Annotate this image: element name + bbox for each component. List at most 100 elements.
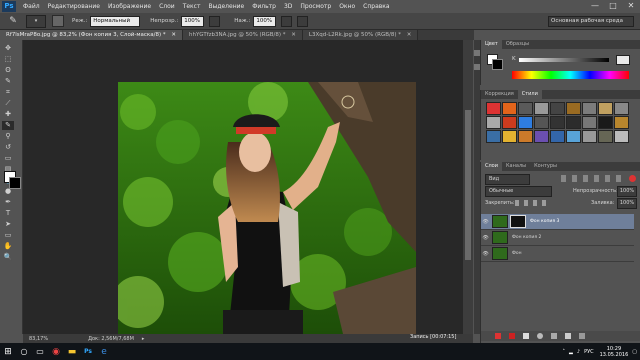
brush-preset-picker[interactable]: ▾: [26, 14, 46, 28]
style-swatch[interactable]: [614, 102, 629, 115]
tab-layers[interactable]: Слои: [481, 162, 502, 171]
menu-type[interactable]: Текст: [179, 3, 205, 10]
style-swatch[interactable]: [614, 130, 629, 143]
close-icon[interactable]: ✕: [171, 32, 176, 38]
menu-help[interactable]: Справка: [359, 3, 393, 10]
style-swatch[interactable]: [534, 116, 549, 129]
background-color-swatch[interactable]: [9, 177, 21, 189]
layer-name[interactable]: Фон копия 2: [512, 235, 541, 240]
layer-name[interactable]: Фон: [512, 251, 522, 256]
clock[interactable]: 10:29 13.05.2016: [600, 346, 629, 358]
zoom-level[interactable]: 83,17%: [29, 336, 48, 342]
style-swatch[interactable]: [486, 116, 501, 129]
chrome-icon[interactable]: ◉: [48, 343, 64, 360]
tab-styles[interactable]: Стили: [517, 90, 542, 99]
language-indicator[interactable]: РУС: [584, 349, 594, 355]
crop-tool-icon[interactable]: ⌗: [3, 88, 13, 97]
airbrush-icon[interactable]: [281, 15, 293, 27]
style-swatch[interactable]: [582, 130, 597, 143]
path-select-tool-icon[interactable]: ➤: [3, 220, 13, 229]
file-explorer-icon[interactable]: ▬: [64, 343, 80, 360]
style-swatch[interactable]: [566, 130, 581, 143]
brush-tool-icon[interactable]: ✎: [2, 121, 14, 130]
style-swatch[interactable]: [598, 116, 613, 129]
task-view-icon[interactable]: ▭: [32, 343, 48, 360]
style-swatch[interactable]: [582, 102, 597, 115]
style-swatch[interactable]: [502, 102, 517, 115]
layer-row-fon[interactable]: 👁 Фон: [481, 246, 634, 262]
menu-image[interactable]: Изображение: [104, 3, 155, 10]
style-swatch[interactable]: [550, 130, 565, 143]
k-slider[interactable]: [519, 58, 609, 62]
style-swatch[interactable]: [550, 102, 565, 115]
windows-start-icon[interactable]: ⊞: [0, 343, 16, 360]
menu-file[interactable]: Файл: [19, 3, 44, 10]
layer-filter-kind[interactable]: Вид: [485, 174, 530, 185]
delete-layer-icon[interactable]: [579, 333, 585, 339]
bg-color-mini[interactable]: [492, 59, 503, 70]
visibility-eye-icon[interactable]: 👁: [481, 235, 490, 241]
doc-tab-2[interactable]: hhYGTfzb3NA.jpg @ 50% (RGB/8) * ✕: [182, 30, 303, 40]
type-tool-icon[interactable]: T: [3, 209, 13, 218]
k-value-field[interactable]: [616, 55, 630, 65]
layer-row-fon-kopiya-3[interactable]: 👁 Фон копия 3: [481, 214, 634, 230]
style-swatch[interactable]: [486, 102, 501, 115]
style-swatch[interactable]: [518, 116, 533, 129]
tray-arrow-icon[interactable]: ˄: [563, 349, 566, 355]
marquee-tool-icon[interactable]: ⬚: [3, 55, 13, 64]
pressure-size-icon[interactable]: [297, 15, 309, 27]
brush-panel-icon[interactable]: [52, 15, 64, 27]
doc-tab-3[interactable]: L3Xqd-L2Rk.jpg @ 50% (RGB/8) * ✕: [302, 30, 419, 40]
style-swatch[interactable]: [550, 116, 565, 129]
style-swatch[interactable]: [566, 116, 581, 129]
adjustment-layer-icon[interactable]: [537, 333, 543, 339]
layer-thumbnail[interactable]: [492, 247, 508, 260]
style-swatch[interactable]: [598, 102, 613, 115]
notifications-icon[interactable]: ▢: [632, 349, 637, 355]
link-layers-icon[interactable]: [495, 333, 501, 339]
close-icon[interactable]: ✕: [291, 32, 296, 38]
style-swatch[interactable]: [566, 102, 581, 115]
fx-icon[interactable]: [509, 333, 515, 339]
style-swatch[interactable]: [534, 102, 549, 115]
doc-tab-1[interactable]: Rf7lsMraP8o.jpg @ 83,2% (Фон копия 3, Сл…: [0, 30, 183, 40]
shape-tool-icon[interactable]: ▭: [3, 231, 13, 240]
vertical-scrollbar[interactable]: [463, 40, 473, 334]
close-icon[interactable]: ✕: [407, 32, 412, 38]
menu-3d[interactable]: 3D: [280, 3, 296, 10]
style-swatch[interactable]: [502, 130, 517, 143]
zoom-tool-icon[interactable]: 🔍: [3, 253, 13, 262]
volume-icon[interactable]: ♪: [577, 349, 580, 355]
move-tool-icon[interactable]: ✥: [3, 44, 13, 53]
fill-field[interactable]: 100%: [617, 198, 637, 209]
lasso-tool-icon[interactable]: ʘ: [3, 66, 13, 75]
menu-layers[interactable]: Слои: [155, 3, 179, 10]
style-swatch[interactable]: [518, 102, 533, 115]
tab-channels[interactable]: Каналы: [502, 162, 530, 171]
tab-swatches[interactable]: Образцы: [502, 40, 533, 49]
edge-icon[interactable]: e: [96, 343, 112, 360]
style-swatch[interactable]: [614, 116, 629, 129]
healing-brush-tool-icon[interactable]: ✚: [3, 110, 13, 119]
layer-thumbnail[interactable]: [492, 231, 508, 244]
pressure-field[interactable]: 100%: [253, 15, 277, 27]
menu-view[interactable]: Просмотр: [296, 3, 335, 10]
style-swatch[interactable]: [502, 116, 517, 129]
lock-icons[interactable]: [515, 200, 549, 206]
quick-select-tool-icon[interactable]: ✎: [3, 77, 13, 86]
menu-filter[interactable]: Фильтр: [248, 3, 280, 10]
style-swatch[interactable]: [582, 116, 597, 129]
scrollbar-thumb[interactable]: [465, 110, 471, 260]
photoshop-task-icon[interactable]: Ps: [80, 343, 96, 360]
pen-tool-icon[interactable]: ✒: [3, 198, 13, 207]
menu-window[interactable]: Окно: [335, 3, 359, 10]
history-brush-tool-icon[interactable]: ↺: [3, 143, 13, 152]
filter-icons[interactable]: [561, 175, 621, 182]
layer-mask-thumbnail[interactable]: [510, 215, 526, 228]
pressure-opacity-icon[interactable]: [209, 15, 221, 27]
layer-row-fon-kopiya-2[interactable]: 👁 Фон копия 2: [481, 230, 634, 246]
layer-thumbnail[interactable]: [492, 215, 508, 228]
status-arrow-icon[interactable]: ▸: [142, 336, 145, 342]
new-group-icon[interactable]: [551, 333, 557, 339]
tab-adjustments[interactable]: Коррекция: [481, 90, 518, 99]
